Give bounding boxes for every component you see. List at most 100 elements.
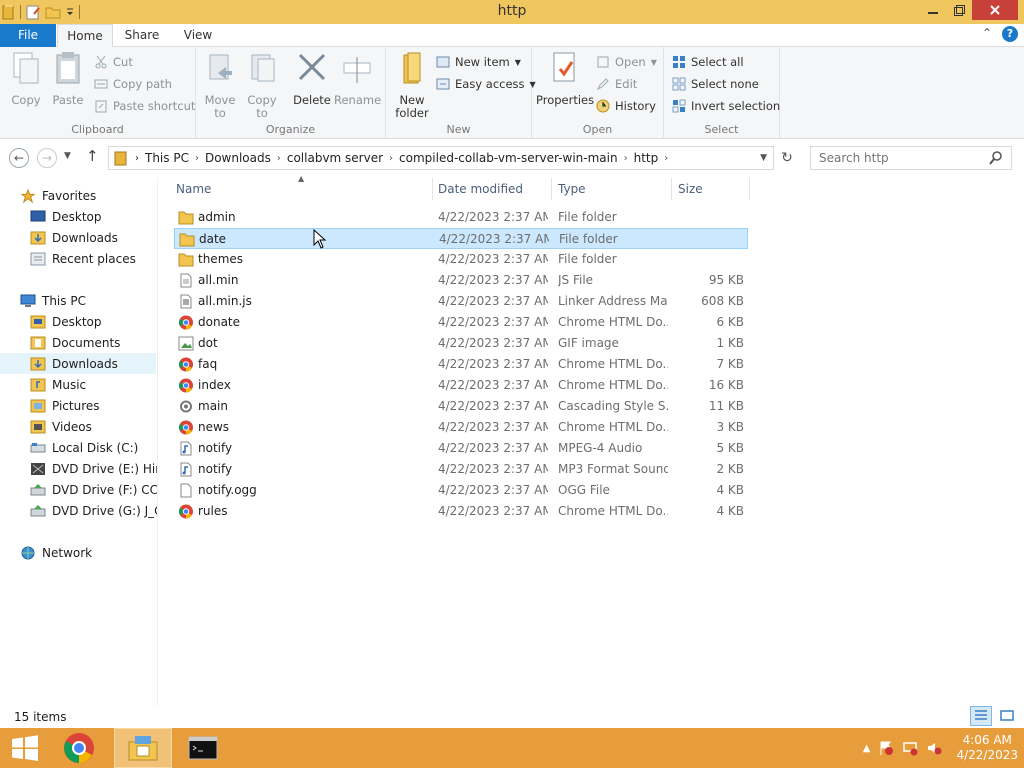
table-row[interactable]: index 4/22/2023 2:37 AM Chrome HTML Do... 1… (174, 375, 748, 396)
table-row[interactable]: admin 4/22/2023 2:37 AM File folder (174, 207, 748, 228)
breadcrumb-downloads[interactable]: Downloads › (205, 151, 287, 165)
nav-this-pc[interactable]: This PC (20, 290, 157, 311)
rename-button[interactable]: Rename (334, 51, 381, 107)
help-icon[interactable]: ? (1002, 26, 1018, 42)
back-button[interactable]: ← (9, 148, 29, 168)
nav-label: Pictures (52, 398, 100, 413)
select-all-button[interactable]: Select all (672, 52, 744, 72)
tab-home[interactable]: Home (57, 24, 113, 48)
close-button[interactable] (972, 0, 1018, 20)
action-center-flag-icon[interactable] (878, 740, 894, 756)
open-button[interactable]: Open ▼ (596, 52, 657, 72)
nav-network[interactable]: Network (20, 542, 157, 563)
nav-favorites-recent-places[interactable]: Recent places (30, 248, 157, 269)
table-row[interactable]: faq 4/22/2023 2:37 AM Chrome HTML Do... 7 K… (174, 354, 748, 375)
history-button[interactable]: History (596, 96, 656, 116)
copy-path-button[interactable]: Copy path (94, 74, 172, 94)
column-divider[interactable] (432, 178, 433, 200)
collapse-ribbon-icon[interactable]: ⌃ (982, 26, 992, 42)
restore-button[interactable] (946, 0, 972, 20)
nav-pc-dvd-f[interactable]: DVD Drive (F:) CCCC (30, 479, 157, 500)
new-folder-button[interactable]: New folder (392, 51, 432, 120)
up-button[interactable]: ↑ (86, 147, 99, 165)
table-row[interactable]: rules 4/22/2023 2:37 AM Chrome HTML Do... 4… (174, 501, 748, 522)
paste-button[interactable]: Paste (48, 51, 88, 107)
invert-selection-button[interactable]: Invert selection (672, 96, 780, 116)
table-row[interactable]: dot 4/22/2023 2:37 AM GIF image 1 KB (174, 333, 748, 354)
chevron-right-icon[interactable]: › (664, 153, 668, 164)
forward-button[interactable]: → (37, 148, 57, 168)
large-icons-view-button[interactable] (996, 706, 1018, 726)
nav-pc-documents[interactable]: Documents (30, 332, 157, 353)
search-input[interactable] (819, 151, 989, 165)
chevron-right-icon[interactable]: › (624, 153, 628, 164)
breadcrumb-http[interactable]: http › (634, 151, 675, 165)
table-row[interactable]: notify 4/22/2023 2:37 AM MP3 Format Sound 2… (174, 459, 748, 480)
network-status-icon[interactable] (902, 740, 918, 756)
breadcrumb-compiled[interactable]: compiled-collab-vm-server-win-main › (399, 151, 634, 165)
chrome-file-icon (179, 504, 193, 519)
copy-button[interactable]: Copy (6, 51, 46, 107)
column-header-size[interactable]: Size (678, 178, 748, 200)
search-box[interactable] (810, 146, 1012, 170)
column-header-type[interactable]: Type (558, 178, 670, 200)
nav-favorites-downloads[interactable]: Downloads (30, 227, 157, 248)
table-row[interactable]: all.min 4/22/2023 2:37 AM JS File 95 KB (174, 270, 748, 291)
nav-pc-music[interactable]: Music (30, 374, 157, 395)
minimize-button[interactable] (920, 0, 946, 20)
taskbar-file-explorer[interactable] (114, 728, 172, 768)
new-item-button[interactable]: New item ▼ (436, 52, 521, 72)
delete-button[interactable]: Delete (292, 51, 332, 107)
table-row[interactable]: all.min.js 4/22/2023 2:37 AM Linker Addres… (174, 291, 748, 312)
show-hidden-icons-icon[interactable]: ▲ (863, 743, 871, 754)
recent-locations-button[interactable]: ▼ (64, 151, 71, 161)
table-row[interactable]: date 4/22/2023 2:37 AM File folder (174, 228, 748, 249)
nav-pc-videos[interactable]: Videos (30, 416, 157, 437)
start-button[interactable] (0, 728, 50, 768)
taskbar-chrome[interactable] (54, 728, 104, 768)
paste-shortcut-button[interactable]: Paste shortcut (94, 96, 195, 116)
table-row[interactable]: notify 4/22/2023 2:37 AM MPEG-4 Audio 5 KB (174, 438, 748, 459)
nav-pc-pictures[interactable]: Pictures (30, 395, 157, 416)
chevron-right-icon[interactable]: › (277, 153, 281, 164)
table-row[interactable]: themes 4/22/2023 2:37 AM File folder (174, 249, 748, 270)
breadcrumb-this-pc[interactable]: This PC › (145, 151, 205, 165)
column-header-name[interactable]: Name (176, 178, 432, 200)
nav-favorites[interactable]: Favorites (20, 185, 157, 206)
address-history-dropdown[interactable]: ▼ (760, 153, 767, 163)
details-view-button[interactable] (970, 706, 992, 726)
column-divider[interactable] (749, 178, 750, 200)
taskbar-cmd[interactable] (178, 728, 228, 768)
table-row[interactable]: notify.ogg 4/22/2023 2:37 AM OGG File 4 KB (174, 480, 748, 501)
nav-favorites-desktop[interactable]: Desktop (30, 206, 157, 227)
chevron-right-icon[interactable]: › (195, 153, 199, 164)
select-none-button[interactable]: Select none (672, 74, 759, 94)
properties-button[interactable]: Properties (536, 51, 594, 107)
nav-pc-downloads[interactable]: Downloads (0, 353, 156, 374)
easy-access-button[interactable]: Easy access ▼ (436, 74, 536, 94)
nav-pc-dvd-g[interactable]: DVD Drive (G:) J_CEN (30, 500, 157, 521)
tab-view[interactable]: View (172, 24, 224, 47)
chevron-right-icon[interactable]: › (389, 153, 393, 164)
nav-pc-local-disk[interactable]: Local Disk (C:) (30, 437, 157, 458)
table-row[interactable]: news 4/22/2023 2:37 AM Chrome HTML Do... 3 … (174, 417, 748, 438)
table-row[interactable]: donate 4/22/2023 2:37 AM Chrome HTML Do...… (174, 312, 748, 333)
edit-icon (596, 78, 609, 91)
tab-file[interactable]: File (0, 24, 56, 47)
refresh-button[interactable]: ↻ (776, 146, 798, 170)
move-to-button[interactable]: Move to (202, 51, 238, 120)
column-divider[interactable] (671, 178, 672, 200)
cut-button[interactable]: Cut (94, 52, 133, 72)
clock[interactable]: 4:06 AM 4/22/2023 (956, 733, 1018, 763)
column-divider[interactable] (551, 178, 552, 200)
column-header-date[interactable]: Date modified (438, 178, 550, 200)
copy-to-button[interactable]: Copy to (244, 51, 280, 120)
volume-muted-icon[interactable] (926, 740, 942, 756)
table-row[interactable]: main 4/22/2023 2:37 AM Cascading Style S..… (174, 396, 748, 417)
tab-share[interactable]: Share (116, 24, 168, 47)
edit-button[interactable]: Edit (596, 74, 637, 94)
address-bar[interactable]: › This PC › Downloads › collabvm server › c… (108, 146, 774, 170)
breadcrumb-collabvm-server[interactable]: collabvm server › (287, 151, 399, 165)
nav-pc-desktop[interactable]: Desktop (30, 311, 157, 332)
nav-pc-dvd-e[interactable]: DVD Drive (E:) Hiren (30, 458, 157, 479)
